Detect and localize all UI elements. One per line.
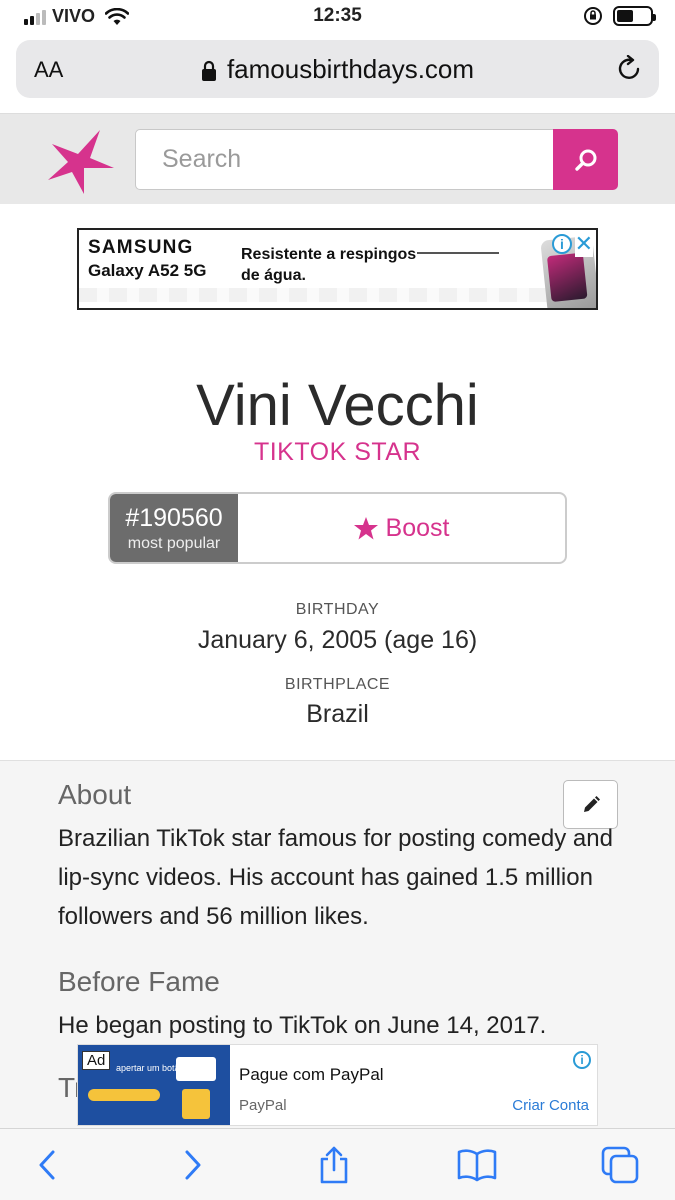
site-header xyxy=(0,114,675,204)
birthday-value[interactable]: January 6, 2005 (age 16) xyxy=(0,626,675,655)
ad-brand: SAMSUNG xyxy=(88,237,194,258)
site-logo-star-icon[interactable] xyxy=(46,128,116,196)
person-name: Vini Vecchi xyxy=(196,373,479,438)
popularity-rank[interactable]: #190560 most popular xyxy=(110,494,238,562)
lock-icon xyxy=(201,61,216,82)
occupation-link[interactable]: TIKTOK STAR xyxy=(0,438,675,467)
ad-image: apertar um botão. Ad xyxy=(78,1045,230,1125)
birthday-label: BIRTHDAY xyxy=(295,601,380,618)
boost-label: Boost xyxy=(385,513,450,542)
browser-toolbar xyxy=(0,1128,675,1200)
reload-icon[interactable] xyxy=(617,55,643,83)
tabs-button[interactable] xyxy=(600,1145,640,1185)
ad-cta-link[interactable]: Criar Conta xyxy=(512,1097,589,1114)
share-button[interactable] xyxy=(314,1145,354,1185)
ad-divider xyxy=(417,252,499,254)
rank-number: #190560 xyxy=(125,504,223,532)
birthplace-label: BIRTHPLACE xyxy=(284,676,391,693)
browser-address-area: AA famousbirthdays.com xyxy=(0,34,675,114)
rank-label: most popular xyxy=(127,535,221,552)
back-button[interactable] xyxy=(27,1145,67,1185)
status-time: 12:35 xyxy=(313,5,362,26)
before-fame-heading: Before Fame xyxy=(58,966,220,997)
address-bar[interactable]: AA famousbirthdays.com xyxy=(16,40,659,98)
ad-image-screen xyxy=(176,1057,216,1081)
book-icon xyxy=(457,1149,497,1182)
ad-image-button xyxy=(88,1089,160,1101)
status-bar: VIVO 12:35 xyxy=(0,0,675,34)
status-right xyxy=(583,6,656,26)
ad-model: Galaxy A52 5G xyxy=(88,261,207,280)
ad-info-icon[interactable]: i xyxy=(573,1051,591,1069)
url-display[interactable]: famousbirthdays.com xyxy=(16,54,659,85)
ad-tag: Ad xyxy=(82,1051,111,1070)
search-box[interactable] xyxy=(135,129,555,190)
before-fame-text: He began posting to TikTok on June 14, 2… xyxy=(58,1012,547,1039)
chevron-right-icon xyxy=(185,1150,201,1180)
share-icon xyxy=(320,1146,348,1184)
birthplace-value[interactable]: Brazil xyxy=(0,700,675,729)
samsung-ad-banner[interactable]: SAMSUNG Galaxy A52 5G Resistente a respi… xyxy=(77,228,598,310)
chevron-left-icon xyxy=(39,1150,55,1180)
search-icon xyxy=(574,149,596,171)
boost-button[interactable]: Boost xyxy=(238,494,565,562)
search-input[interactable] xyxy=(136,130,554,189)
orientation-lock-icon xyxy=(584,7,602,25)
search-button[interactable] xyxy=(553,129,618,190)
star-icon xyxy=(353,516,378,539)
ad-title: Pague com PayPal xyxy=(239,1065,384,1084)
ad-info-icon[interactable]: i xyxy=(552,234,572,254)
ad-close-icon[interactable]: ✕ xyxy=(574,231,593,257)
ad-tagline: Resistente a respingos de água. xyxy=(241,246,417,284)
rank-boost-box: #190560 most popular Boost xyxy=(108,492,567,564)
battery-icon xyxy=(613,6,656,26)
bookmarks-button[interactable] xyxy=(457,1145,497,1185)
pencil-icon xyxy=(583,795,600,812)
forward-button[interactable] xyxy=(173,1145,213,1185)
url-text: famousbirthdays.com xyxy=(226,54,475,84)
ad-image-kiosk xyxy=(182,1089,210,1119)
about-text: Brazilian TikTok star famous for posting… xyxy=(58,825,613,930)
about-heading: About xyxy=(58,779,132,810)
ad-background xyxy=(79,288,596,302)
ad-advertiser: PayPal xyxy=(239,1097,287,1114)
paypal-ad-banner[interactable]: apertar um botão. Ad Pague com PayPal Pa… xyxy=(77,1044,598,1126)
tabs-icon xyxy=(601,1146,639,1184)
